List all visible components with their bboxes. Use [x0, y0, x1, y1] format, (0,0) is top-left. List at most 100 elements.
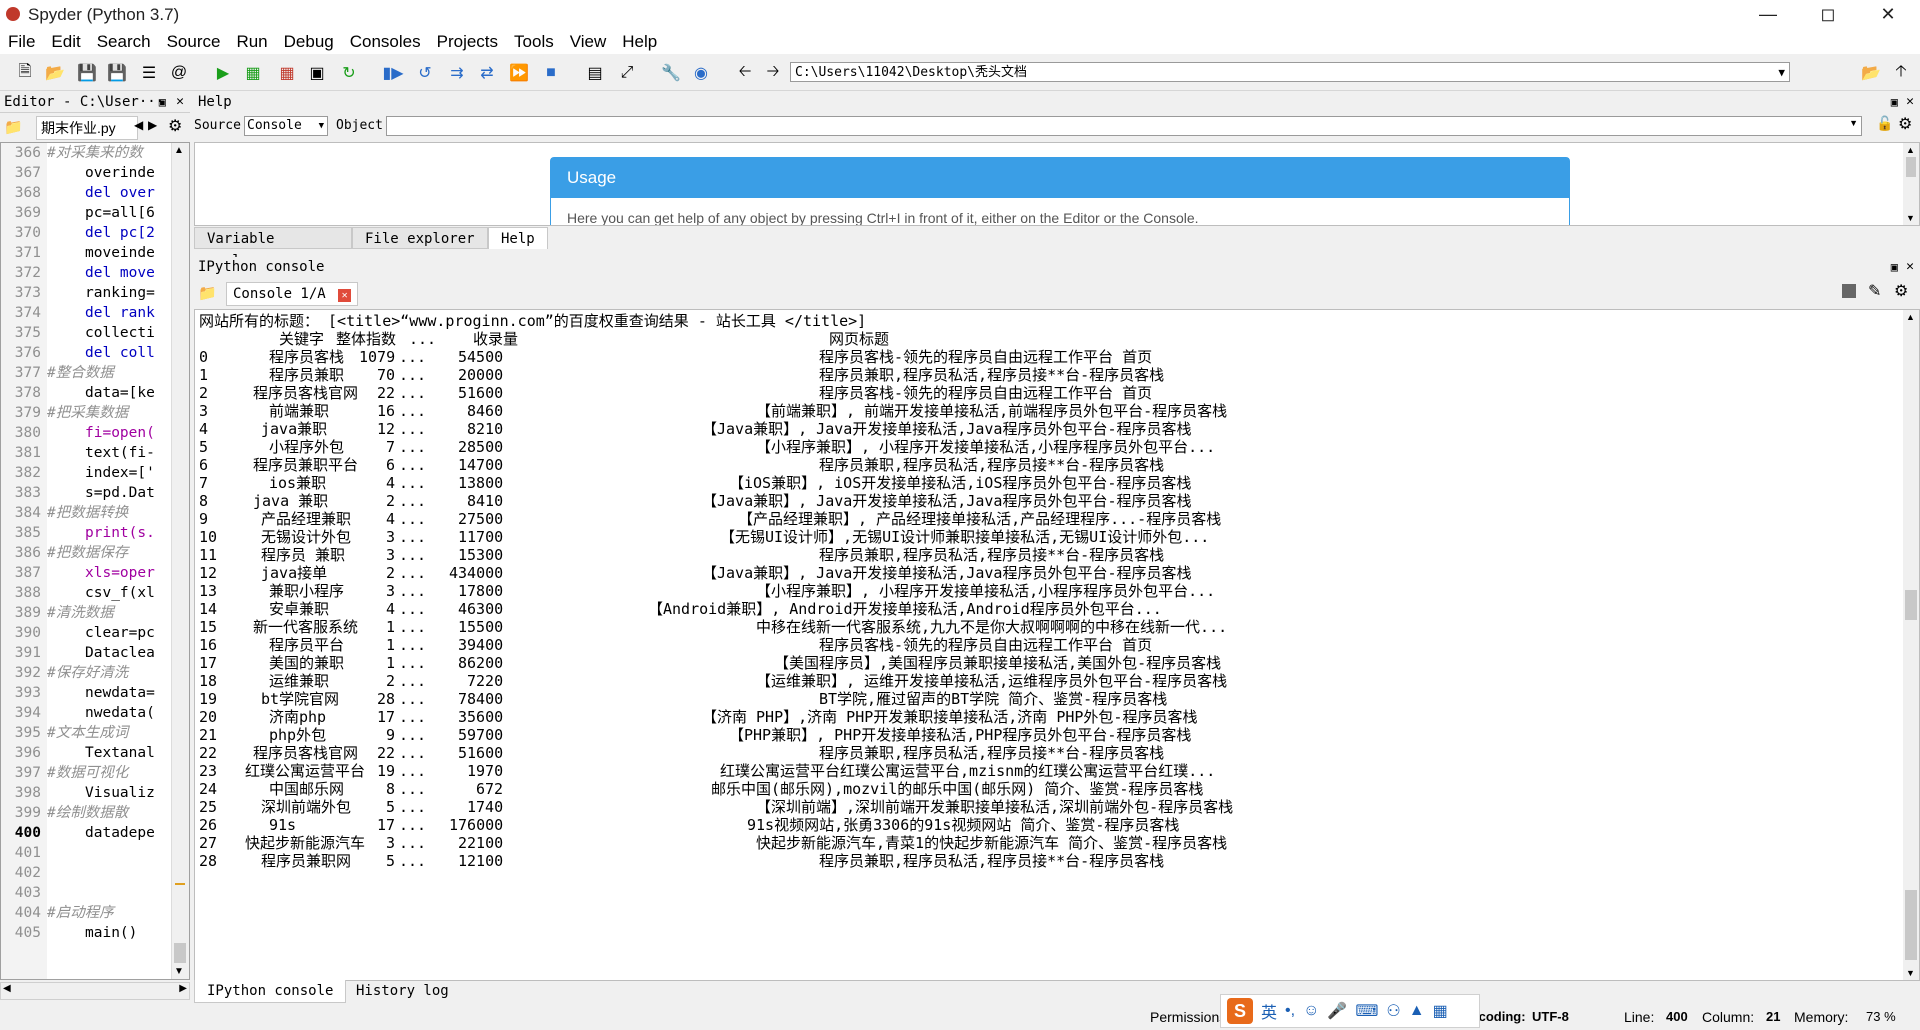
- code-line[interactable]: 367 overinde: [1, 163, 155, 183]
- debug-icon[interactable]: ▮▶: [382, 62, 404, 84]
- editor-file-tab[interactable]: 期末作业.py: [36, 116, 138, 140]
- code-line[interactable]: 374 del rank: [1, 303, 155, 323]
- scroll-left-icon[interactable]: ◀: [3, 983, 11, 994]
- undock-icon[interactable]: ▣: [159, 92, 166, 112]
- code-line[interactable]: 396 Textanal: [1, 743, 155, 763]
- undock-icon[interactable]: ▣: [1891, 92, 1898, 112]
- code-line[interactable]: 381 text(fi-: [1, 443, 155, 463]
- continue-icon[interactable]: ⏩: [508, 62, 530, 84]
- console-scrollbar[interactable]: ▲ ▼: [1903, 310, 1919, 980]
- source-select[interactable]: Console ▼: [244, 116, 328, 136]
- code-line[interactable]: 370 del pc[2: [1, 223, 155, 243]
- microphone-icon[interactable]: 🎤: [1327, 1001, 1347, 1021]
- menu-source[interactable]: Source: [159, 30, 229, 54]
- keyboard-icon[interactable]: ⌨: [1355, 1001, 1378, 1021]
- python-path-icon[interactable]: ◉: [690, 62, 712, 84]
- code-line[interactable]: 371 moveinde: [1, 243, 155, 263]
- menu-debug[interactable]: Debug: [276, 30, 342, 54]
- close-tab-icon[interactable]: ✕: [338, 289, 352, 302]
- code-line[interactable]: 394 nwedata(: [1, 703, 155, 723]
- code-line[interactable]: 379 #把采集数据: [1, 403, 128, 423]
- code-line[interactable]: 395 #文本生成词: [1, 723, 128, 743]
- forward-arrow-icon[interactable]: 🡢: [762, 62, 784, 84]
- ime-punctuation-icon[interactable]: •,: [1285, 1002, 1295, 1020]
- scroll-down-icon[interactable]: ▼: [174, 966, 184, 977]
- code-line[interactable]: 388 csv_f(xl: [1, 583, 155, 603]
- menu-run[interactable]: Run: [228, 30, 275, 54]
- code-line[interactable]: 372 del move: [1, 263, 155, 283]
- eraser-icon[interactable]: ✎: [1868, 281, 1881, 301]
- gear-icon[interactable]: ⚙: [1898, 114, 1912, 134]
- save-icon[interactable]: 💾: [76, 62, 98, 84]
- stop-kernel-icon[interactable]: [1842, 284, 1856, 298]
- code-line[interactable]: 387 xls=oper: [1, 563, 155, 583]
- code-line[interactable]: 399 #绘制数据散: [1, 803, 128, 823]
- scroll-thumb-lower[interactable]: [1905, 890, 1917, 960]
- browse-tabs-icon[interactable]: 📁: [198, 284, 217, 302]
- maximize-button[interactable]: ◻: [1800, 0, 1856, 30]
- step-return-icon[interactable]: ⇄: [476, 62, 498, 84]
- menu-tools[interactable]: Tools: [506, 30, 562, 54]
- chevron-down-icon[interactable]: ▼: [1778, 63, 1785, 83]
- menu-edit[interactable]: Edit: [43, 30, 88, 54]
- minimize-button[interactable]: —: [1740, 0, 1796, 30]
- code-line[interactable]: 401: [1, 843, 85, 863]
- gear-icon[interactable]: ⚙: [168, 116, 182, 136]
- scroll-up-icon[interactable]: ▲: [1906, 312, 1915, 322]
- scroll-down-icon[interactable]: ▼: [1906, 968, 1915, 978]
- code-line[interactable]: 402: [1, 863, 85, 883]
- run-cell-icon[interactable]: ▦: [242, 62, 264, 84]
- fullscreen-icon[interactable]: ⤢: [616, 62, 638, 84]
- close-button[interactable]: ✕: [1860, 0, 1916, 30]
- code-line[interactable]: 392 #保存好清洗: [1, 663, 128, 683]
- code-line[interactable]: 391 Dataclea: [1, 643, 155, 663]
- skin-icon[interactable]: ▲: [1409, 1002, 1425, 1020]
- scroll-right-icon[interactable]: ▶: [179, 983, 187, 994]
- code-line[interactable]: 377 #整合数据: [1, 363, 114, 383]
- code-line[interactable]: 389 #清洗数据: [1, 603, 114, 623]
- scroll-down-icon[interactable]: ▼: [1906, 213, 1915, 223]
- code-line[interactable]: 378 data=[ke: [1, 383, 155, 403]
- scroll-thumb[interactable]: [1905, 590, 1917, 620]
- editor-hscrollbar[interactable]: ◀ ▶: [0, 982, 190, 1000]
- ime-language-toggle[interactable]: 英: [1261, 999, 1277, 1023]
- console-tab[interactable]: Console 1/A ✕: [226, 282, 359, 306]
- menu-search[interactable]: Search: [89, 30, 159, 54]
- run-selection-icon[interactable]: ▣: [306, 62, 328, 84]
- tab-file-explorer[interactable]: File explorer: [352, 227, 488, 249]
- tab-help[interactable]: Help: [488, 227, 548, 249]
- code-line[interactable]: 397 #数据可视化: [1, 763, 128, 783]
- working-directory-input[interactable]: C:\Users\11042\Desktop\秃头文档 ▼: [790, 62, 1790, 82]
- scroll-up-icon[interactable]: ▲: [1906, 145, 1915, 155]
- run-icon[interactable]: ▶: [212, 62, 234, 84]
- new-file-icon[interactable]: 🗎: [14, 62, 36, 84]
- code-line[interactable]: 405 main(): [1, 923, 138, 943]
- scroll-thumb[interactable]: [1906, 157, 1916, 177]
- tab-history-log[interactable]: History log: [344, 980, 461, 1002]
- tab-variable-explorer[interactable]: Variable explorer: [194, 227, 352, 269]
- code-line[interactable]: 403: [1, 883, 85, 903]
- code-line[interactable]: 375 collecti: [1, 323, 155, 343]
- browse-tabs-icon[interactable]: 📁: [4, 118, 23, 136]
- rerun-icon[interactable]: ↻: [338, 62, 360, 84]
- preferences-icon[interactable]: 🔧: [660, 62, 682, 84]
- code-line[interactable]: 380 fi=open(: [1, 423, 155, 443]
- menu-help[interactable]: Help: [614, 30, 665, 54]
- user-icon[interactable]: ⚇: [1386, 1001, 1400, 1021]
- step-into-icon[interactable]: ⇉: [446, 62, 468, 84]
- at-icon[interactable]: @: [168, 62, 190, 84]
- emoji-icon[interactable]: ☺: [1303, 1002, 1319, 1020]
- code-line[interactable]: 404 #启动程序: [1, 903, 114, 923]
- run-cell-advance-icon[interactable]: ▦: [276, 62, 298, 84]
- code-line[interactable]: 373 ranking=: [1, 283, 155, 303]
- stop-debug-icon[interactable]: ■: [540, 62, 562, 84]
- menu-view[interactable]: View: [562, 30, 615, 54]
- code-line[interactable]: 368 del over: [1, 183, 155, 203]
- code-line[interactable]: 383 s=pd.Dat: [1, 483, 155, 503]
- help-scrollbar[interactable]: ▲ ▼: [1903, 143, 1919, 225]
- tab-ipython-console[interactable]: IPython console: [194, 980, 347, 1003]
- tab-scroll-left-icon[interactable]: ◀: [134, 118, 143, 132]
- lock-icon[interactable]: 🔓: [1876, 115, 1893, 132]
- close-pane-icon[interactable]: ✕: [1906, 92, 1914, 112]
- browse-folder-icon[interactable]: 📂: [1860, 62, 1882, 84]
